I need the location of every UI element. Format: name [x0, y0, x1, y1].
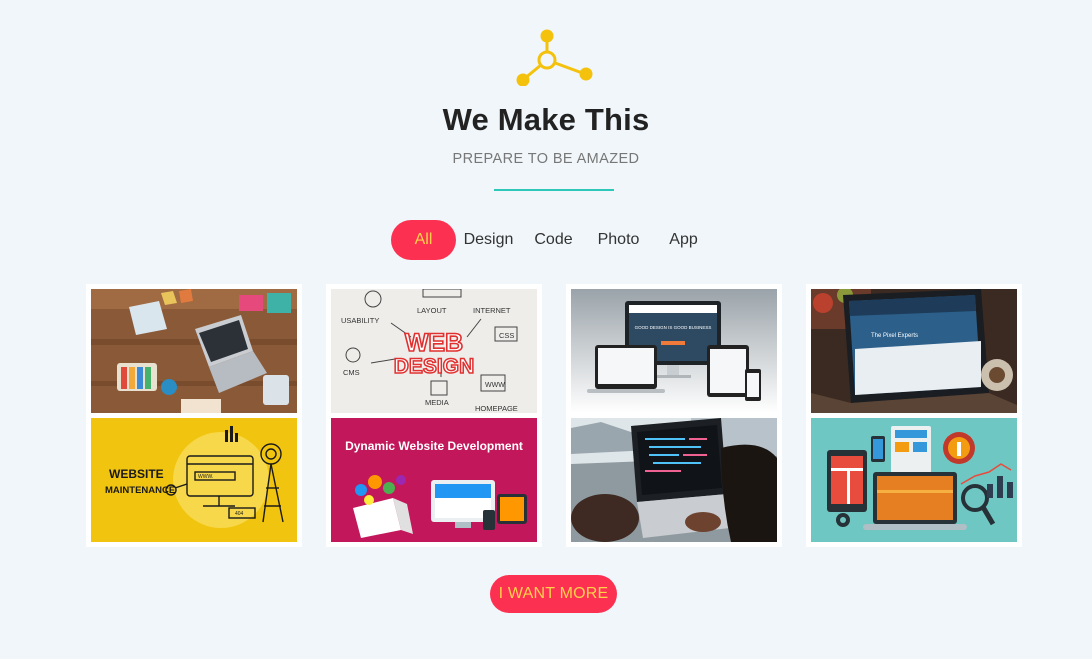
portfolio-image [571, 418, 777, 542]
devices-headline: GOOD DESIGN IS GOOD BUSINESS [635, 325, 712, 330]
portfolio-image [811, 418, 1017, 542]
portfolio-item-website-maintenance[interactable]: WEBSITE MAINTENANCE WWW. 404 [86, 418, 302, 547]
maintenance-error-label: 404 [235, 511, 244, 517]
portfolio-item-laptop-website[interactable]: The Pixel Experts [806, 284, 1022, 418]
web-design-label: HOMEPAGE [475, 404, 518, 413]
maintenance-heading: WEBSITE [109, 467, 164, 481]
portfolio-item-coding-laptop[interactable] [566, 418, 782, 547]
maintenance-subheading: MAINTENANCE [105, 485, 175, 496]
portfolio-section: We Make This PREPARE TO BE AMAZED All De… [0, 0, 1092, 659]
portfolio-item-web-design[interactable]: USABILITY LAYOUT INTERNET CSS CMS MEDIA … [326, 284, 542, 418]
title-divider [494, 189, 614, 191]
portfolio-item-desk-workspace[interactable] [86, 284, 302, 418]
web-design-label: INTERNET [473, 306, 511, 315]
web-design-subheading: DESIGN [394, 355, 475, 378]
portfolio-grid: USABILITY LAYOUT INTERNET CSS CMS MEDIA … [86, 284, 1022, 547]
section-subtitle: PREPARE TO BE AMAZED [452, 151, 640, 167]
portfolio-image: WEBSITE MAINTENANCE WWW. 404 [91, 418, 297, 542]
section-title: We Make This [442, 102, 650, 137]
filter-code[interactable]: Code [521, 220, 586, 260]
filter-tabs: All Design Code Photo App [391, 220, 716, 260]
web-design-label: MEDIA [425, 398, 449, 407]
portfolio-item-dynamic-website[interactable]: Dynamic Website Development [326, 418, 542, 547]
maintenance-url-label: WWW. [198, 474, 213, 480]
share-nodes-icon [516, 29, 593, 86]
dynamic-website-heading: Dynamic Website Development [345, 439, 523, 453]
web-design-label: WWW [485, 382, 505, 389]
web-design-label: CSS [499, 331, 514, 340]
filter-app[interactable]: App [651, 220, 716, 260]
portfolio-image: Dynamic Website Development [331, 418, 537, 542]
portfolio-image: GOOD DESIGN IS GOOD BUSINESS [571, 289, 777, 413]
laptop-site-headline: The Pixel Experts [871, 333, 918, 339]
filter-photo[interactable]: Photo [586, 220, 651, 260]
i-want-more-button[interactable]: I WANT MORE [490, 575, 617, 613]
web-design-label: USABILITY [341, 316, 379, 325]
portfolio-item-responsive-devices[interactable]: GOOD DESIGN IS GOOD BUSINESS [566, 284, 782, 418]
web-design-heading: WEB [405, 329, 463, 357]
filter-all[interactable]: All [391, 220, 456, 260]
portfolio-item-analytics[interactable] [806, 418, 1022, 547]
filter-design[interactable]: Design [456, 220, 521, 260]
web-design-label: CMS [343, 368, 360, 377]
portfolio-image [91, 289, 297, 413]
portfolio-image: USABILITY LAYOUT INTERNET CSS CMS MEDIA … [331, 289, 537, 413]
web-design-label: LAYOUT [417, 306, 447, 315]
portfolio-image: The Pixel Experts [811, 289, 1017, 413]
